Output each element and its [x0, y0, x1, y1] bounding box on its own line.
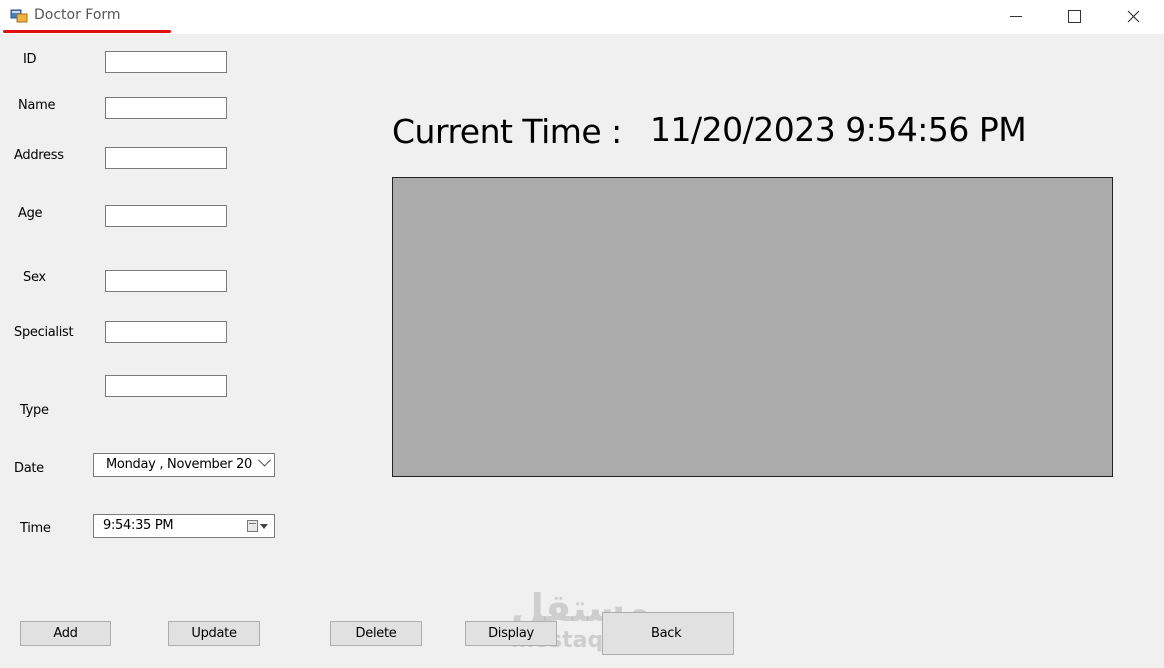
date-label: Date	[14, 461, 44, 476]
time-value: 9:54:35 PM	[103, 518, 174, 533]
data-grid[interactable]	[392, 177, 1113, 477]
current-time-value: 11/20/2023 9:54:56 PM	[650, 110, 1027, 149]
minimize-button[interactable]	[987, 0, 1045, 32]
calendar-icon	[247, 520, 258, 532]
age-label: Age	[18, 206, 43, 221]
sex-label: Sex	[23, 270, 46, 285]
address-label: Address	[14, 148, 64, 163]
chevron-down-icon	[258, 453, 271, 467]
id-input[interactable]	[105, 51, 227, 73]
display-button[interactable]: Display	[465, 621, 557, 646]
title-underline	[3, 30, 171, 33]
name-input[interactable]	[105, 97, 227, 119]
delete-button[interactable]: Delete	[330, 621, 422, 646]
address-input[interactable]	[105, 147, 227, 169]
back-button[interactable]: Back	[602, 612, 734, 655]
specialist-label: Specialist	[14, 325, 74, 340]
age-input[interactable]	[105, 205, 227, 227]
minimize-icon	[1010, 15, 1022, 17]
add-button[interactable]: Add	[20, 621, 111, 646]
time-picker[interactable]: 9:54:35 PM	[93, 514, 275, 538]
id-label: ID	[23, 52, 37, 67]
date-value: Monday , November 20	[106, 457, 253, 472]
sex-input[interactable]	[105, 270, 227, 292]
time-label: Time	[20, 521, 51, 536]
type-input[interactable]	[105, 375, 227, 397]
close-button[interactable]	[1104, 0, 1162, 32]
title-bar: Doctor Form	[0, 0, 1164, 34]
maximize-icon	[1067, 9, 1081, 23]
specialist-input[interactable]	[105, 321, 227, 343]
type-label: Type	[20, 403, 49, 418]
dropdown-arrow-icon	[260, 524, 268, 529]
maximize-button[interactable]	[1045, 0, 1103, 32]
window-title: Doctor Form	[34, 7, 121, 23]
current-time-label: Current Time :	[392, 112, 622, 151]
close-icon	[1127, 10, 1139, 22]
app-icon	[10, 9, 28, 23]
update-button[interactable]: Update	[168, 621, 260, 646]
date-picker[interactable]: Monday , November 20	[93, 453, 275, 477]
name-label: Name	[18, 98, 56, 113]
